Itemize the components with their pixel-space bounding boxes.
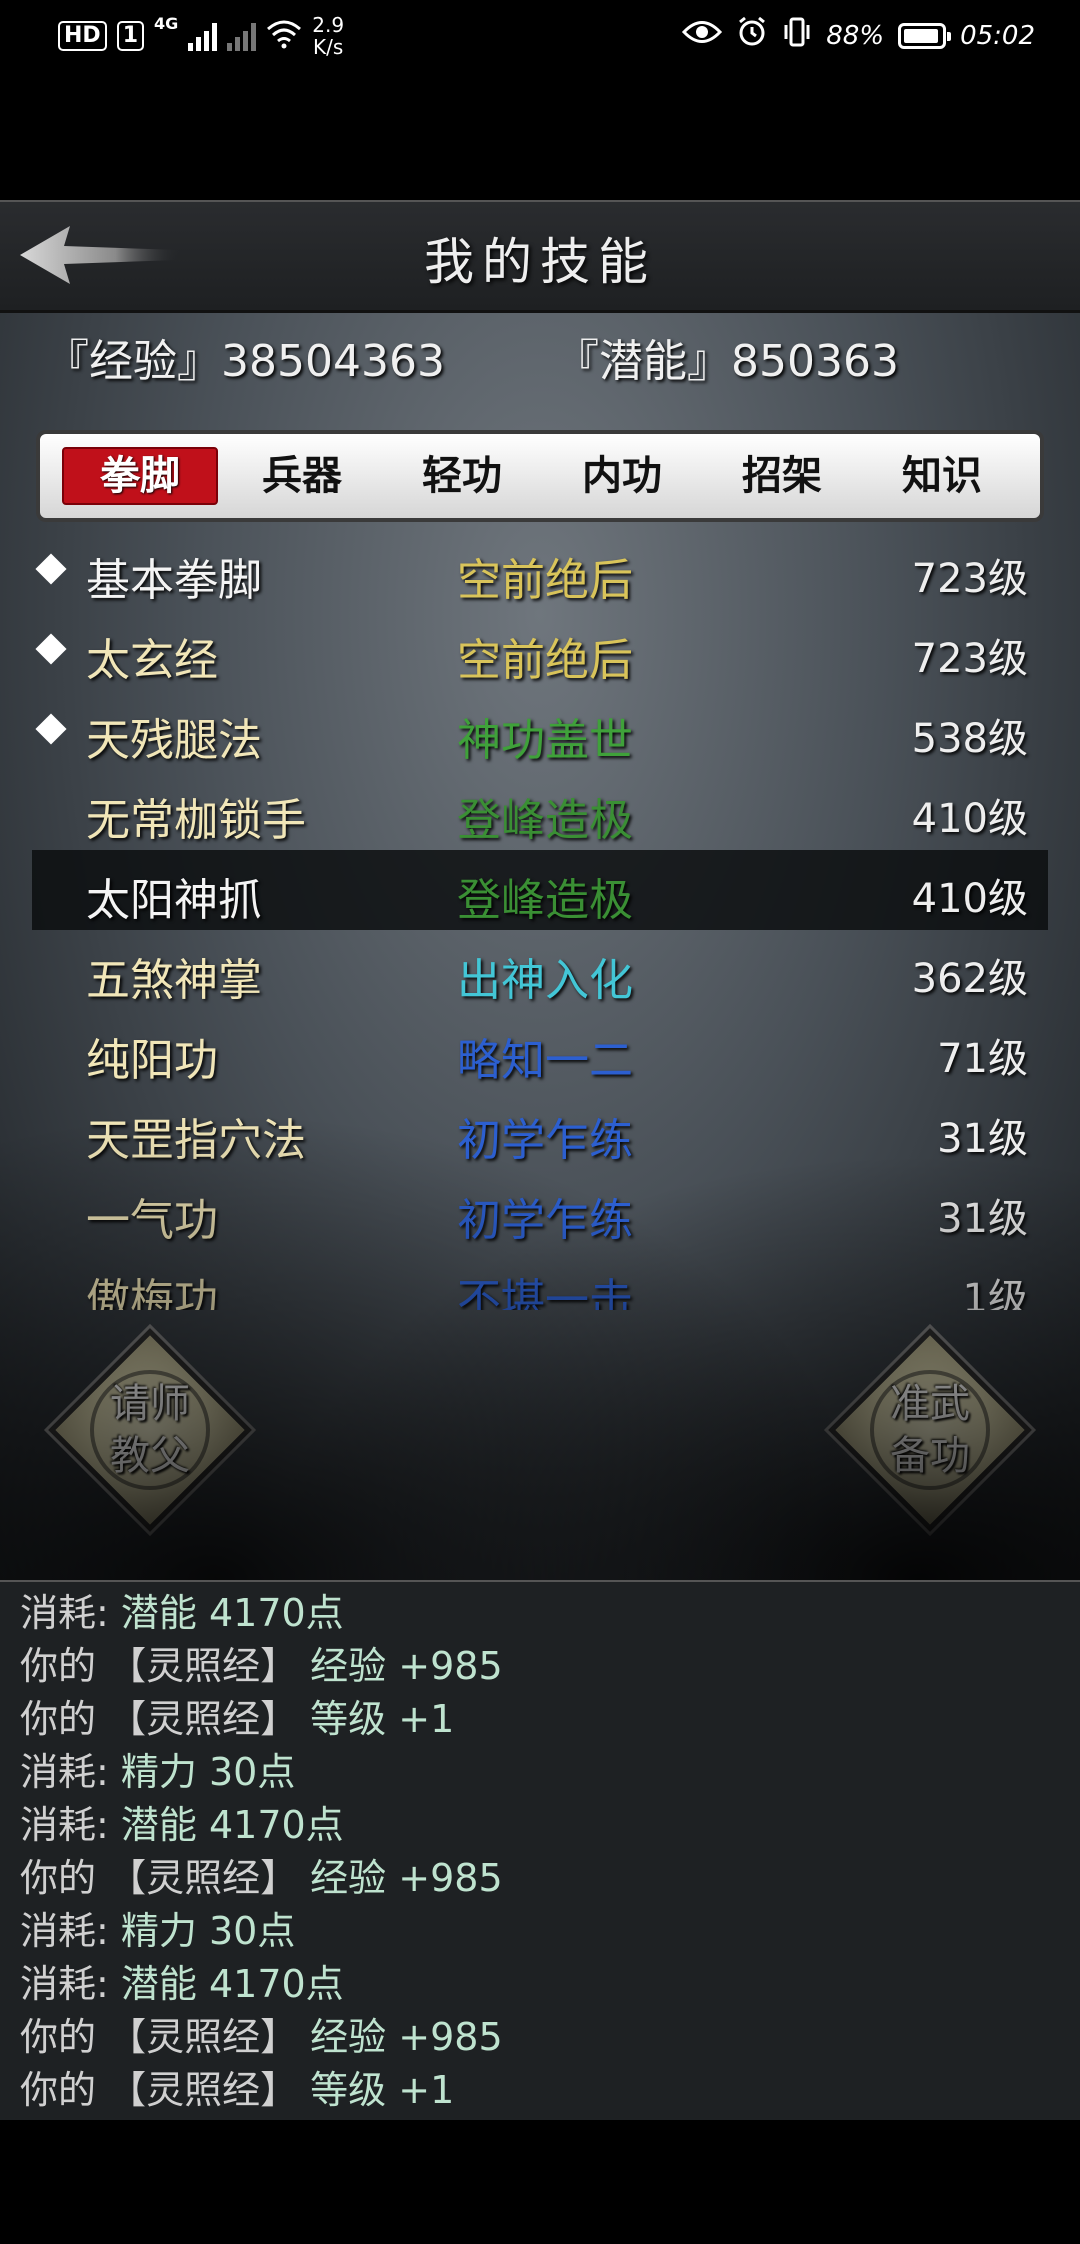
skill-rank: 略知一二 [457, 1035, 633, 1086]
hd-badge: HD [58, 21, 107, 51]
skill-rank: 不堪一击 [457, 1275, 633, 1310]
sim-badge: 1 [116, 21, 144, 51]
potential-value: 『潜能』850363 [555, 336, 899, 387]
skill-row-partial[interactable]: 傲梅功 不堪一击 1级 [32, 1250, 1048, 1310]
skill-rank: 神功盖世 [457, 715, 633, 766]
ask-master-line-2: 教父 [110, 1433, 190, 1479]
skill-rank: 空前绝后 [457, 635, 633, 686]
alarm-icon [736, 16, 768, 55]
skill-rank: 初学乍练 [457, 1195, 633, 1246]
battery-percent: 88% [826, 20, 885, 51]
skill-level: 723级 [911, 556, 1028, 602]
skill-row[interactable]: 基本拳脚 空前绝后 723级 [32, 530, 1048, 610]
tab-qinggong[interactable]: 轻功 [386, 449, 538, 503]
log-line: 你的 【灵照经】 经验 +985 [20, 1856, 503, 1900]
skill-level: 362级 [911, 956, 1028, 1002]
enabled-diamond-icon [35, 553, 67, 585]
network-type: 4G [154, 14, 179, 33]
message-log: 消耗: 潜能 4170点 你的 【灵照经】 经验 +985 你的 【灵照经】 等… [0, 1580, 1080, 2122]
skill-row[interactable]: 天罡指穴法 初学乍练 31级 [32, 1090, 1048, 1170]
skill-name: 傲梅功 [86, 1275, 218, 1310]
skill-category-tabs: 拳脚 兵器 轻功 内功 招架 知识 [36, 430, 1044, 522]
tab-neigong[interactable]: 内功 [546, 449, 698, 503]
skill-row[interactable]: 无常枷锁手 登峰造极 410级 [32, 770, 1048, 850]
log-line: 消耗: 潜能 4170点 [20, 1591, 344, 1635]
skill-level: 410级 [911, 876, 1028, 922]
stats-bar: 『经验』38504363 『潜能』850363 [45, 325, 1035, 395]
skill-level: 538级 [911, 716, 1028, 762]
title-bar: 我的技能 [0, 200, 1080, 313]
skill-level: 31级 [937, 1196, 1028, 1242]
skill-rank: 登峰造极 [457, 795, 633, 846]
battery-icon [898, 22, 952, 49]
skill-name: 纯阳功 [86, 1035, 218, 1086]
skill-list: 基本拳脚 空前绝后 723级 太玄经 空前绝后 723级 天残腿法 神功盖世 5… [32, 530, 1048, 1320]
bottom-black-bar [0, 2120, 1080, 2244]
skill-row[interactable]: 纯阳功 略知一二 71级 [32, 1010, 1048, 1090]
skill-level: 1级 [962, 1276, 1028, 1310]
tab-quanjiao[interactable]: 拳脚 [62, 447, 218, 505]
skill-row-selected[interactable]: 太阳神抓 登峰造极 410级 [32, 850, 1048, 930]
tab-zhaojia[interactable]: 招架 [706, 449, 858, 503]
skill-name: 基本拳脚 [86, 555, 262, 606]
log-line: 消耗: 潜能 4170点 [20, 1962, 344, 2006]
status-left: HD 1 4G 2.9 K/s [58, 14, 344, 58]
signal-icon [188, 21, 218, 51]
skill-rank: 出神入化 [457, 955, 633, 1006]
skill-name: 一气功 [86, 1195, 218, 1246]
log-line: 你的 【灵照经】 经验 +985 [20, 1644, 503, 1688]
skill-name: 天罡指穴法 [86, 1115, 306, 1166]
skill-level: 410级 [911, 796, 1028, 842]
game-screen: 我的技能 『经验』38504363 『潜能』850363 拳脚 兵器 轻功 内功… [0, 200, 1080, 1580]
status-right: 88% 05:02 [682, 16, 1035, 55]
prepare-skill-line-1: 准武 [890, 1381, 970, 1427]
skill-rank: 空前绝后 [457, 555, 633, 606]
skill-name: 五煞神掌 [86, 955, 262, 1006]
experience-value: 『经验』38504363 [45, 336, 445, 387]
skill-rank: 登峰造极 [457, 875, 633, 926]
log-line: 消耗: 潜能 4170点 [20, 1803, 344, 1847]
skill-row[interactable]: 太玄经 空前绝后 723级 [32, 610, 1048, 690]
skill-row[interactable]: 一气功 初学乍练 31级 [32, 1170, 1048, 1250]
prepare-skill-button[interactable]: 准武 备功 [828, 1328, 1032, 1532]
network-speed-unit: K/s [313, 35, 344, 59]
log-line: 消耗: 精力 30点 [20, 1750, 296, 1794]
enabled-diamond-icon [35, 713, 67, 745]
skill-name: 天残腿法 [86, 715, 262, 766]
signal-2-icon [227, 21, 257, 51]
log-line: 你的 【灵照经】 等级 +1 [20, 1697, 455, 1741]
log-line: 你的 【灵照经】 等级 +1 [20, 2068, 455, 2112]
page-title: 我的技能 [424, 233, 656, 291]
eye-icon [682, 19, 723, 52]
enabled-diamond-icon [35, 633, 67, 665]
network-speed-value: 2.9 [312, 13, 345, 37]
tab-zhishi[interactable]: 知识 [866, 449, 1018, 503]
skill-level: 723级 [911, 636, 1028, 682]
wifi-icon [266, 19, 302, 53]
ask-master-button[interactable]: 请师 教父 [48, 1328, 252, 1532]
skill-name: 太玄经 [86, 635, 218, 686]
log-line: 你的 【灵照经】 经验 +985 [20, 2015, 503, 2059]
skill-name: 无常枷锁手 [86, 795, 306, 846]
skill-level: 31级 [937, 1116, 1028, 1162]
log-line: 消耗: 精力 30点 [20, 1909, 296, 1953]
prepare-skill-label: 准武 备功 [830, 1378, 1030, 1482]
ask-master-label: 请师 教父 [50, 1378, 250, 1482]
prepare-skill-line-2: 备功 [890, 1433, 970, 1479]
skill-level: 71级 [937, 1036, 1028, 1082]
skill-row[interactable]: 天残腿法 神功盖世 538级 [32, 690, 1048, 770]
skill-row[interactable]: 五煞神掌 出神入化 362级 [32, 930, 1048, 1010]
status-bar: HD 1 4G 2.9 K/s 88% 05:02 [0, 0, 1080, 70]
tab-bingqi[interactable]: 兵器 [226, 449, 378, 503]
skill-rank: 初学乍练 [457, 1115, 633, 1166]
ask-master-line-1: 请师 [110, 1381, 190, 1427]
clock: 05:02 [960, 20, 1035, 51]
skill-name: 太阳神抓 [86, 875, 262, 926]
vibrate-icon [782, 16, 812, 55]
network-speed: 2.9 K/s [312, 14, 344, 58]
